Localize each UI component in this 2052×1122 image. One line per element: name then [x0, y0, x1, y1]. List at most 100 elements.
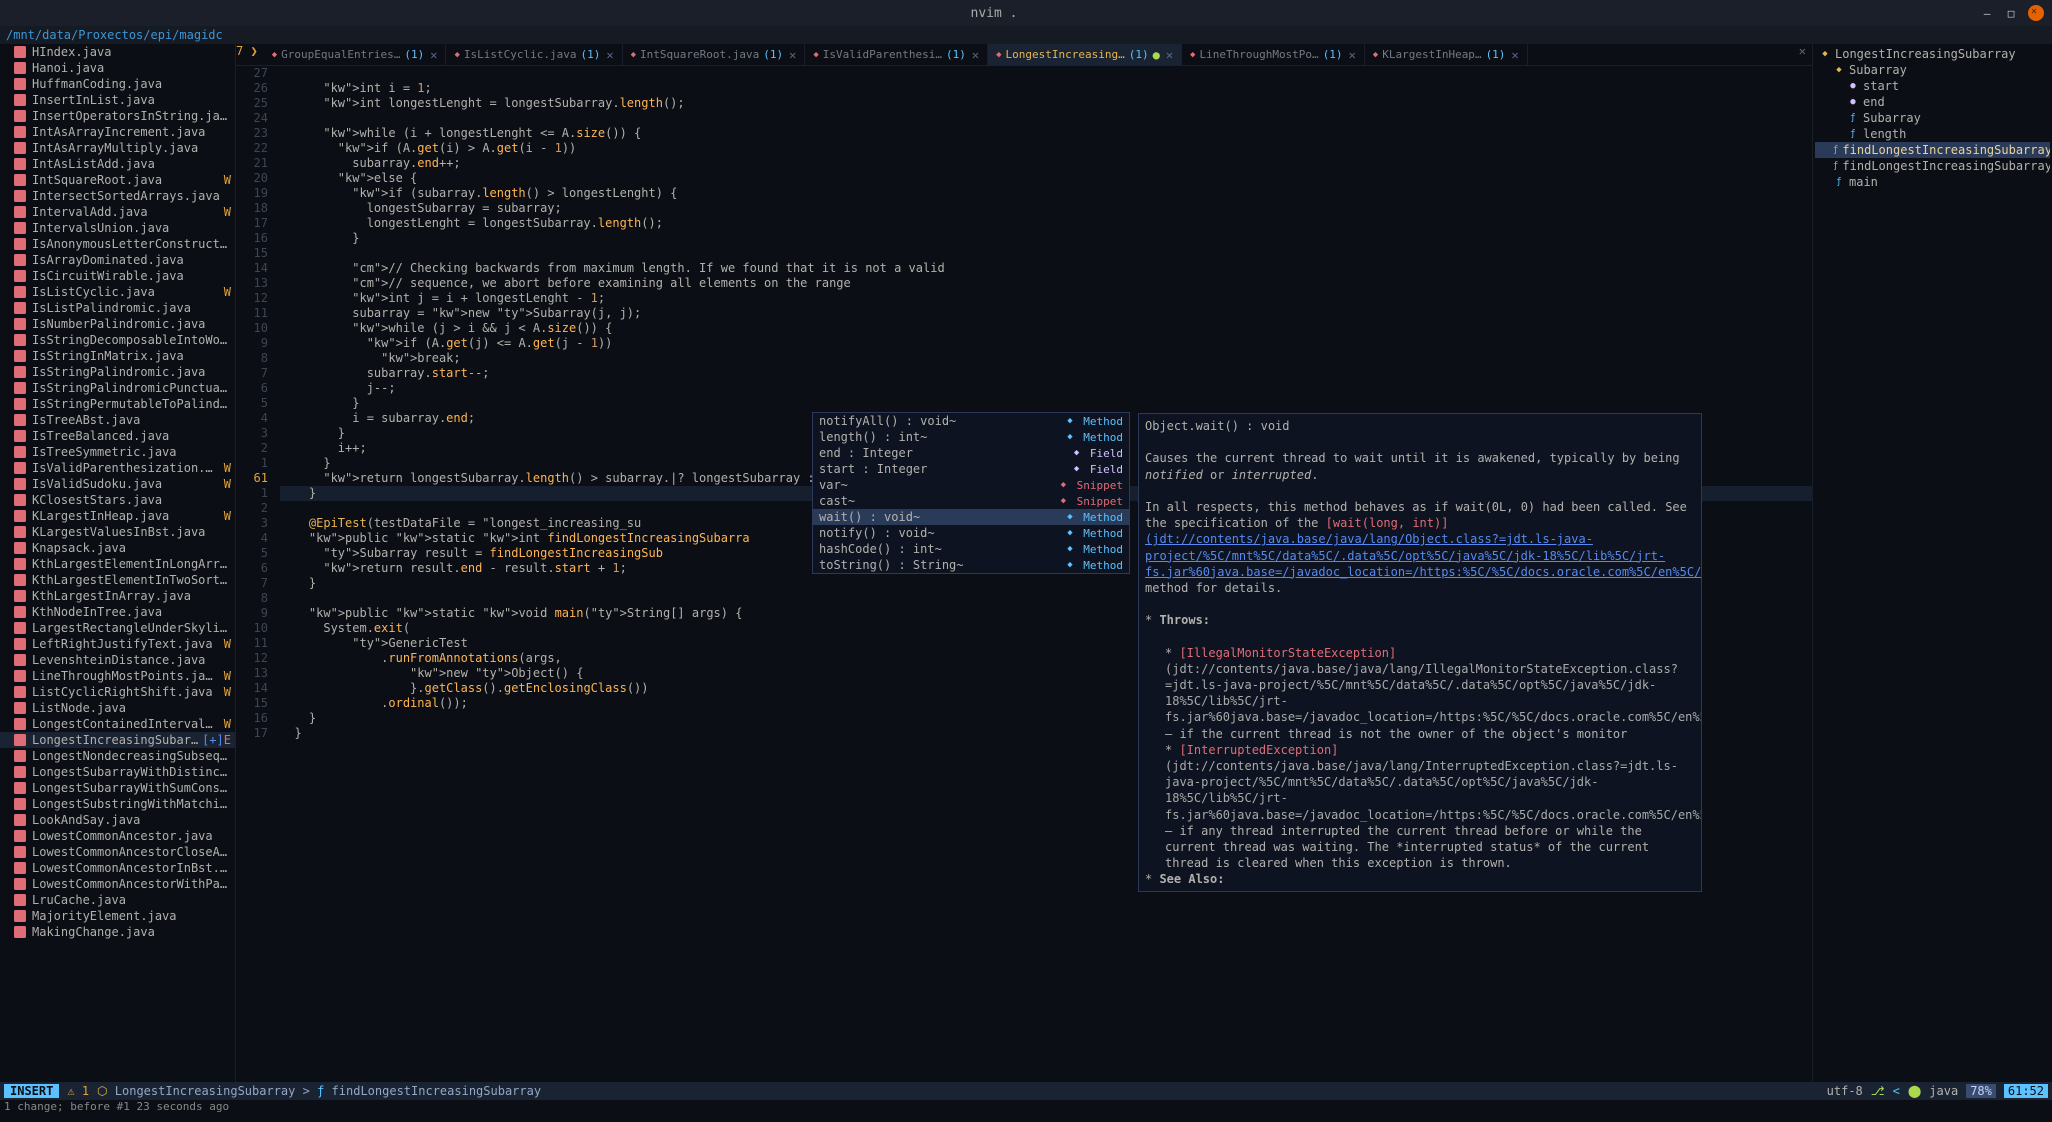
file-tree-item[interactable]: KthLargestInArray.java — [0, 588, 235, 604]
tab-close-icon[interactable]: ✕ — [1166, 48, 1173, 62]
source-line[interactable]: subarray.end++; — [280, 156, 1812, 171]
file-tree-item[interactable]: KClosestStars.java — [0, 492, 235, 508]
file-tree-item[interactable]: IsStringPalindromic.java — [0, 364, 235, 380]
file-tree-item[interactable]: IsTreeSymmetric.java — [0, 444, 235, 460]
tab-close-icon[interactable]: ✕ — [1511, 48, 1518, 62]
source-line[interactable]: "kw">break; — [280, 351, 1812, 366]
source-line[interactable]: "kw">if (A.get(j) <= A.get(j - 1)) — [280, 336, 1812, 351]
tab[interactable]: ◆KLargestInHeap… (1)✕ — [1365, 44, 1528, 65]
tabs-close-all-icon[interactable]: ✕ — [1793, 44, 1812, 65]
source-line[interactable]: "kw">else { — [280, 171, 1812, 186]
file-tree-item[interactable]: IntersectSortedArrays.java — [0, 188, 235, 204]
completion-item[interactable]: var~◆Snippet — [813, 477, 1129, 493]
file-tree-item[interactable]: LongestSubarrayWithDistinctValues. — [0, 764, 235, 780]
file-tree-item[interactable]: KthNodeInTree.java — [0, 604, 235, 620]
file-tree-item[interactable]: IsStringInMatrix.java — [0, 348, 235, 364]
outline-pane[interactable]: ◆LongestIncreasingSubarray◆Subarray●star… — [1812, 44, 2052, 1082]
file-tree-item[interactable]: KthLargestElementInLongArray.java — [0, 556, 235, 572]
completion-item[interactable]: length() : int~◆Method — [813, 429, 1129, 445]
file-tree-item[interactable]: IntervalAdd.javaW — [0, 204, 235, 220]
source-line[interactable]: "kw">while (i + longestLenght <= A.size(… — [280, 126, 1812, 141]
file-tree-item[interactable]: LowestCommonAncestorCloseAncestor. — [0, 844, 235, 860]
source-line[interactable]: } — [280, 231, 1812, 246]
source-line[interactable]: longestSubarray = subarray; — [280, 201, 1812, 216]
tab[interactable]: ◆LongestIncreasing… (1)●✕ — [988, 44, 1182, 65]
maximize-icon[interactable]: □ — [2004, 6, 2018, 20]
file-tree-item[interactable]: LongestSubstringWithMatchingParenth — [0, 796, 235, 812]
file-tree-item[interactable]: IsTreeABst.java — [0, 412, 235, 428]
file-tree-item[interactable]: LargestRectangleUnderSkyline.java — [0, 620, 235, 636]
file-tree-item[interactable]: LruCache.java — [0, 892, 235, 908]
file-tree-item[interactable]: LongestIncreasingSubarray.java[+]E — [0, 732, 235, 748]
outline-item[interactable]: ◆Subarray — [1815, 62, 2050, 78]
source-line[interactable]: "kw">if (A.get(i) > A.get(i - 1)) — [280, 141, 1812, 156]
file-tree-item[interactable]: HIndex.java — [0, 44, 235, 60]
file-tree-item[interactable]: LongestNondecreasingSubsequence.java — [0, 748, 235, 764]
file-tree-item[interactable]: IsListCyclic.javaW — [0, 284, 235, 300]
file-tree-item[interactable]: IsCircuitWirable.java — [0, 268, 235, 284]
file-tree-item[interactable]: MajorityElement.java — [0, 908, 235, 924]
tab[interactable]: ◆IsValidParenthesi… (1)✕ — [805, 44, 988, 65]
tab-close-icon[interactable]: ✕ — [606, 48, 613, 62]
completion-item[interactable]: end : Integer◆Field — [813, 445, 1129, 461]
source-line[interactable]: j--; — [280, 381, 1812, 396]
file-tree-item[interactable]: IsValidSudoku.javaW — [0, 476, 235, 492]
completion-item[interactable]: wait() : void~◆Method — [813, 509, 1129, 525]
tab[interactable]: ◆IntSquareRoot.java (1)✕ — [623, 44, 806, 65]
file-tree-item[interactable]: Knapsack.java — [0, 540, 235, 556]
outline-item[interactable]: ●start — [1815, 78, 2050, 94]
file-tree-item[interactable]: IsStringDecomposableIntoWords.java — [0, 332, 235, 348]
file-tree-item[interactable]: KLargestValuesInBst.java — [0, 524, 235, 540]
file-tree-item[interactable]: IsStringPermutableToPalindrome.java — [0, 396, 235, 412]
tab[interactable]: ◆IsListCyclic.java (1)✕ — [446, 44, 622, 65]
file-tree-item[interactable]: LowestCommonAncestorWithParent.java — [0, 876, 235, 892]
source-line[interactable]: "kw">if (subarray.length() > longestLeng… — [280, 186, 1812, 201]
source-line[interactable]: "cm">// sequence, we abort before examin… — [280, 276, 1812, 291]
tab-close-icon[interactable]: ✕ — [789, 48, 796, 62]
outline-item[interactable]: ●end — [1815, 94, 2050, 110]
source-line[interactable]: "kw">int longestLenght = longestSubarray… — [280, 96, 1812, 111]
source-line[interactable]: } — [280, 396, 1812, 411]
file-tree-item[interactable]: IntervalsUnion.java — [0, 220, 235, 236]
tab[interactable]: ◆LineThroughMostPo… (1)✕ — [1182, 44, 1365, 65]
tab-close-icon[interactable]: ✕ — [430, 48, 437, 62]
file-tree-item[interactable]: KLargestInHeap.javaW — [0, 508, 235, 524]
completion-item[interactable]: toString() : String~◆Method — [813, 557, 1129, 573]
file-tree-item[interactable]: LongestSubarrayWithSumConstraint.ja — [0, 780, 235, 796]
file-tree-item[interactable]: LowestCommonAncestorInBst.java — [0, 860, 235, 876]
file-tree-item[interactable]: Hanoi.java — [0, 60, 235, 76]
file-tree-item[interactable]: KthLargestElementInTwoSortedArrays. — [0, 572, 235, 588]
file-tree[interactable]: HIndex.javaHanoi.javaHuffmanCoding.javaI… — [0, 44, 236, 1082]
file-tree-item[interactable]: IntAsArrayMultiply.java — [0, 140, 235, 156]
completion-item[interactable]: notifyAll() : void~◆Method — [813, 413, 1129, 429]
outline-item[interactable]: ƒSubarray — [1815, 110, 2050, 126]
file-tree-item[interactable]: IsStringPalindromicPunctuation.java — [0, 380, 235, 396]
file-tree-item[interactable]: IntAsArrayIncrement.java — [0, 124, 235, 140]
completion-item[interactable]: notify() : void~◆Method — [813, 525, 1129, 541]
file-tree-item[interactable]: LongestContainedInterval.javaW — [0, 716, 235, 732]
file-tree-item[interactable]: LineThroughMostPoints.javaW — [0, 668, 235, 684]
tab[interactable]: ◆GroupEqualEntries… (1)✕ — [264, 44, 447, 65]
source-line[interactable] — [280, 246, 1812, 261]
outline-item[interactable]: ƒmain — [1815, 174, 2050, 190]
source-line[interactable]: subarray = "kw">new "ty">Subarray(j, j); — [280, 306, 1812, 321]
file-tree-item[interactable]: MakingChange.java — [0, 924, 235, 940]
close-icon[interactable] — [2028, 5, 2044, 21]
source-line[interactable]: subarray.start--; — [280, 366, 1812, 381]
file-tree-item[interactable]: LeftRightJustifyText.javaW — [0, 636, 235, 652]
source-line[interactable]: "kw">while (j > i && j < A.size()) { — [280, 321, 1812, 336]
completion-popup[interactable]: notifyAll() : void~◆Methodlength() : int… — [812, 412, 1130, 574]
outline-item[interactable]: ƒlength — [1815, 126, 2050, 142]
source-line[interactable]: "kw">int i = 1; — [280, 81, 1812, 96]
outline-item[interactable]: ƒfindLongestIncreasingSubarrayWrapper — [1815, 158, 2050, 174]
source-line[interactable] — [280, 111, 1812, 126]
file-tree-item[interactable]: LevenshteinDistance.java — [0, 652, 235, 668]
file-tree-item[interactable]: IsListPalindromic.java — [0, 300, 235, 316]
completion-item[interactable]: hashCode() : int~◆Method — [813, 541, 1129, 557]
file-tree-item[interactable]: IsAnonymousLetterConstructible.java — [0, 236, 235, 252]
minimize-icon[interactable]: — — [1980, 6, 1994, 20]
file-tree-item[interactable]: ListCyclicRightShift.javaW — [0, 684, 235, 700]
file-tree-item[interactable]: IsArrayDominated.java — [0, 252, 235, 268]
file-tree-item[interactable]: ListNode.java — [0, 700, 235, 716]
completion-item[interactable]: cast~◆Snippet — [813, 493, 1129, 509]
